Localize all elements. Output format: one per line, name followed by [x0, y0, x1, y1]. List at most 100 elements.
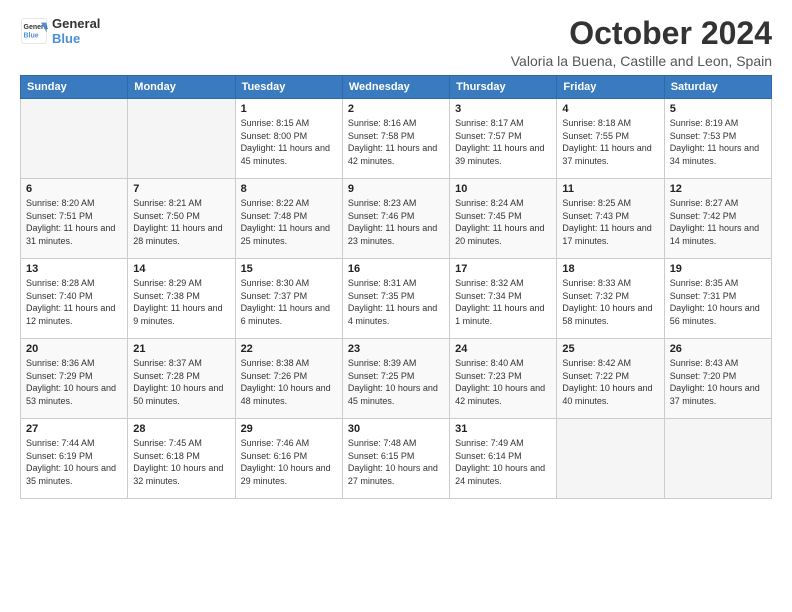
day-info: Sunrise: 7:45 AM Sunset: 6:18 PM Dayligh…: [133, 437, 229, 487]
page: General Blue General Blue October 2024 V…: [0, 0, 792, 612]
day-cell: 17 Sunrise: 8:32 AM Sunset: 7:34 PM Dayli…: [450, 259, 557, 339]
day-number: 22: [241, 343, 337, 355]
day-info: Sunrise: 8:18 AM Sunset: 7:55 PM Dayligh…: [562, 117, 658, 167]
day-cell: 6Sunrise: 8:20 AM Sunset: 7:51 PM Daylig…: [21, 179, 128, 259]
day-info: Sunrise: 8:25 AM Sunset: 7:43 PM Dayligh…: [562, 197, 658, 247]
day-number: 5: [670, 103, 766, 115]
day-info: Sunrise: 8:29 AM Sunset: 7:38 PM Dayligh…: [133, 277, 229, 327]
day-number: 25: [562, 343, 658, 355]
day-info: Sunrise: 8:42 AM Sunset: 7:22 PM Dayligh…: [562, 357, 658, 407]
day-number: 16: [348, 263, 444, 275]
day-cell: 27 Sunrise: 7:44 AM Sunset: 6:19 PM Dayli…: [21, 419, 128, 499]
day-info: Sunrise: 8:28 AM Sunset: 7:40 PM Dayligh…: [26, 277, 122, 327]
weekday-header-monday: Monday: [128, 76, 235, 99]
day-info: Sunrise: 8:16 AM Sunset: 7:58 PM Dayligh…: [348, 117, 444, 167]
day-info: Sunrise: 7:44 AM Sunset: 6:19 PM Dayligh…: [26, 437, 122, 487]
day-number: 24: [455, 343, 551, 355]
day-cell: 1Sunrise: 8:15 AM Sunset: 8:00 PM Daylig…: [235, 99, 342, 179]
calendar-header: SundayMondayTuesdayWednesdayThursdayFrid…: [21, 76, 772, 99]
day-info: Sunrise: 8:32 AM Sunset: 7:34 PM Dayligh…: [455, 277, 551, 327]
day-info: Sunrise: 8:33 AM Sunset: 7:32 PM Dayligh…: [562, 277, 658, 327]
day-cell: 30Sunrise: 7:48 AM Sunset: 6:15 PM Dayli…: [342, 419, 449, 499]
day-info: Sunrise: 8:39 AM Sunset: 7:25 PM Dayligh…: [348, 357, 444, 407]
day-info: Sunrise: 8:21 AM Sunset: 7:50 PM Dayligh…: [133, 197, 229, 247]
day-info: Sunrise: 8:24 AM Sunset: 7:45 PM Dayligh…: [455, 197, 551, 247]
weekday-header-saturday: Saturday: [664, 76, 771, 99]
logo-icon: General Blue: [20, 17, 48, 45]
day-cell: 11 Sunrise: 8:25 AM Sunset: 7:43 PM Dayli…: [557, 179, 664, 259]
day-number: 28: [133, 423, 229, 435]
week-row-3: 13 Sunrise: 8:28 AM Sunset: 7:40 PM Dayli…: [21, 259, 772, 339]
day-info: Sunrise: 8:36 AM Sunset: 7:29 PM Dayligh…: [26, 357, 122, 407]
day-info: Sunrise: 8:38 AM Sunset: 7:26 PM Dayligh…: [241, 357, 337, 407]
day-number: 7: [133, 183, 229, 195]
day-info: Sunrise: 8:19 AM Sunset: 7:53 PM Dayligh…: [670, 117, 766, 167]
day-cell: [128, 99, 235, 179]
day-cell: 8 Sunrise: 8:22 AM Sunset: 7:48 PM Daylig…: [235, 179, 342, 259]
day-number: 31: [455, 423, 551, 435]
day-info: Sunrise: 8:17 AM Sunset: 7:57 PM Dayligh…: [455, 117, 551, 167]
day-cell: 13 Sunrise: 8:28 AM Sunset: 7:40 PM Dayli…: [21, 259, 128, 339]
day-cell: 12Sunrise: 8:27 AM Sunset: 7:42 PM Dayli…: [664, 179, 771, 259]
day-number: 9: [348, 183, 444, 195]
day-cell: 31Sunrise: 7:49 AM Sunset: 6:14 PM Dayli…: [450, 419, 557, 499]
day-number: 8: [241, 183, 337, 195]
day-number: 1: [241, 103, 337, 115]
calendar: SundayMondayTuesdayWednesdayThursdayFrid…: [20, 75, 772, 499]
day-number: 19: [670, 263, 766, 275]
day-info: Sunrise: 7:46 AM Sunset: 6:16 PM Dayligh…: [241, 437, 337, 487]
day-cell: 29Sunrise: 7:46 AM Sunset: 6:16 PM Dayli…: [235, 419, 342, 499]
day-cell: 14Sunrise: 8:29 AM Sunset: 7:38 PM Dayli…: [128, 259, 235, 339]
week-row-2: 6Sunrise: 8:20 AM Sunset: 7:51 PM Daylig…: [21, 179, 772, 259]
day-info: Sunrise: 8:31 AM Sunset: 7:35 PM Dayligh…: [348, 277, 444, 327]
weekday-header-sunday: Sunday: [21, 76, 128, 99]
week-row-1: 1Sunrise: 8:15 AM Sunset: 8:00 PM Daylig…: [21, 99, 772, 179]
day-cell: 5 Sunrise: 8:19 AM Sunset: 7:53 PM Daylig…: [664, 99, 771, 179]
logo-blue: Blue: [52, 31, 100, 46]
day-info: Sunrise: 8:43 AM Sunset: 7:20 PM Dayligh…: [670, 357, 766, 407]
day-number: 17: [455, 263, 551, 275]
day-cell: 3Sunrise: 8:17 AM Sunset: 7:57 PM Daylig…: [450, 99, 557, 179]
day-info: Sunrise: 8:35 AM Sunset: 7:31 PM Dayligh…: [670, 277, 766, 327]
day-number: 2: [348, 103, 444, 115]
day-info: Sunrise: 8:23 AM Sunset: 7:46 PM Dayligh…: [348, 197, 444, 247]
day-cell: 19 Sunrise: 8:35 AM Sunset: 7:31 PM Dayli…: [664, 259, 771, 339]
weekday-header-tuesday: Tuesday: [235, 76, 342, 99]
header: General Blue General Blue October 2024 V…: [20, 16, 772, 69]
month-title: October 2024: [511, 16, 772, 51]
day-cell: 7 Sunrise: 8:21 AM Sunset: 7:50 PM Daylig…: [128, 179, 235, 259]
logo: General Blue General Blue: [20, 16, 100, 46]
day-cell: 20Sunrise: 8:36 AM Sunset: 7:29 PM Dayli…: [21, 339, 128, 419]
logo-general: General: [52, 16, 100, 31]
week-row-5: 27 Sunrise: 7:44 AM Sunset: 6:19 PM Dayli…: [21, 419, 772, 499]
title-area: October 2024 Valoria la Buena, Castille …: [511, 16, 772, 69]
svg-text:Blue: Blue: [24, 32, 39, 39]
day-cell: 21Sunrise: 8:37 AM Sunset: 7:28 PM Dayli…: [128, 339, 235, 419]
day-number: 18: [562, 263, 658, 275]
day-number: 13: [26, 263, 122, 275]
day-cell: 16 Sunrise: 8:31 AM Sunset: 7:35 PM Dayli…: [342, 259, 449, 339]
calendar-body: 1Sunrise: 8:15 AM Sunset: 8:00 PM Daylig…: [21, 99, 772, 499]
day-cell: 9 Sunrise: 8:23 AM Sunset: 7:46 PM Daylig…: [342, 179, 449, 259]
day-number: 10: [455, 183, 551, 195]
day-info: Sunrise: 8:27 AM Sunset: 7:42 PM Dayligh…: [670, 197, 766, 247]
day-cell: 26Sunrise: 8:43 AM Sunset: 7:20 PM Dayli…: [664, 339, 771, 419]
day-cell: 4Sunrise: 8:18 AM Sunset: 7:55 PM Daylig…: [557, 99, 664, 179]
day-cell: 18 Sunrise: 8:33 AM Sunset: 7:32 PM Dayli…: [557, 259, 664, 339]
day-number: 27: [26, 423, 122, 435]
day-number: 11: [562, 183, 658, 195]
day-info: Sunrise: 8:20 AM Sunset: 7:51 PM Dayligh…: [26, 197, 122, 247]
day-cell: 24 Sunrise: 8:40 AM Sunset: 7:23 PM Dayli…: [450, 339, 557, 419]
day-number: 21: [133, 343, 229, 355]
day-info: Sunrise: 8:30 AM Sunset: 7:37 PM Dayligh…: [241, 277, 337, 327]
day-cell: 22 Sunrise: 8:38 AM Sunset: 7:26 PM Dayli…: [235, 339, 342, 419]
weekday-header-thursday: Thursday: [450, 76, 557, 99]
day-cell: [664, 419, 771, 499]
day-cell: [21, 99, 128, 179]
day-cell: 23Sunrise: 8:39 AM Sunset: 7:25 PM Dayli…: [342, 339, 449, 419]
day-info: Sunrise: 8:22 AM Sunset: 7:48 PM Dayligh…: [241, 197, 337, 247]
day-info: Sunrise: 8:40 AM Sunset: 7:23 PM Dayligh…: [455, 357, 551, 407]
day-cell: 10 Sunrise: 8:24 AM Sunset: 7:45 PM Dayli…: [450, 179, 557, 259]
day-cell: 15 Sunrise: 8:30 AM Sunset: 7:37 PM Dayli…: [235, 259, 342, 339]
day-number: 15: [241, 263, 337, 275]
